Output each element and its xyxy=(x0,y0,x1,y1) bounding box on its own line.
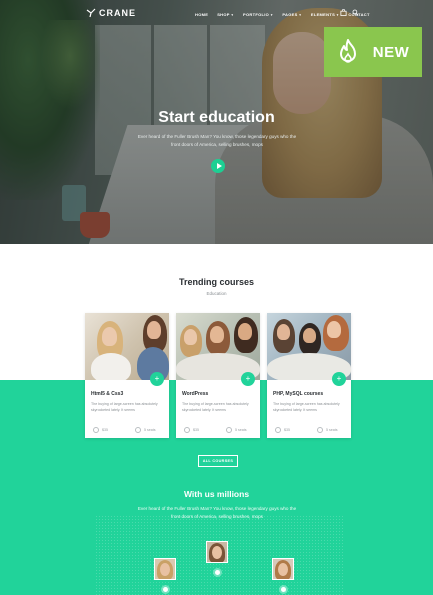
course-title[interactable]: PHP, MySQL courses xyxy=(273,391,323,397)
course-seats-value: 5 seats xyxy=(144,428,156,432)
course-image xyxy=(176,313,260,380)
flame-icon xyxy=(339,39,356,63)
chevron-down-icon: ▼ xyxy=(230,12,235,17)
course-price-value: $35 xyxy=(284,428,290,432)
avatar-face xyxy=(160,563,170,576)
play-icon xyxy=(216,163,222,169)
section-subtitle: Education xyxy=(206,291,227,296)
course-image-face xyxy=(277,324,290,340)
course-card[interactable]: + WordPress The buying of large-screen h… xyxy=(176,313,260,438)
avatar-face xyxy=(278,563,288,576)
course-price-value: $35 xyxy=(193,428,199,432)
play-button[interactable] xyxy=(211,159,225,173)
chevron-down-icon: ▼ xyxy=(336,12,340,17)
course-description: The buying of large-screen has absolutel… xyxy=(91,402,158,412)
plus-icon[interactable]: + xyxy=(332,372,346,386)
course-image xyxy=(267,313,351,380)
chevron-down-icon: ▼ xyxy=(298,12,302,17)
plus-icon[interactable]: + xyxy=(241,372,255,386)
student-avatar[interactable] xyxy=(206,541,228,563)
seats-icon xyxy=(135,427,141,433)
course-image-face xyxy=(184,329,197,345)
menu-item-portfolio[interactable]: PORTFOLIO ▼ xyxy=(243,12,273,17)
course-image-face xyxy=(147,321,161,339)
menu-item-label: HOME xyxy=(195,12,209,17)
new-badge-label: NEW xyxy=(372,43,410,61)
hero-title: Start education xyxy=(158,109,275,126)
student-avatar[interactable] xyxy=(272,558,294,580)
course-card[interactable]: + PHP, MySQL courses The buying of large… xyxy=(267,313,351,438)
course-card[interactable]: + Html5 & Css3 The buying of large-scree… xyxy=(85,313,169,438)
price-icon xyxy=(184,427,190,433)
price-icon xyxy=(275,427,281,433)
menu-item-elements[interactable]: ELEMENTS ▼ xyxy=(311,12,339,17)
logo-text: CRANE xyxy=(99,8,137,18)
all-courses-button[interactable]: ALL COURSES xyxy=(198,455,238,467)
new-badge: NEW xyxy=(324,27,422,77)
menu-item-pages[interactable]: PAGES ▼ xyxy=(282,12,302,17)
course-seats: 5 seats xyxy=(317,427,338,433)
course-seats: 5 seats xyxy=(226,427,247,433)
course-image-face xyxy=(102,327,117,346)
millions-title: With us millions xyxy=(183,489,250,499)
hero-text: Ever heard of the Fuller Brush Man? You … xyxy=(137,134,297,147)
course-title[interactable]: WordPress xyxy=(182,391,208,397)
menu-item-label: PORTFOLIO xyxy=(243,12,270,17)
course-image-face xyxy=(303,328,316,343)
chevron-down-icon: ▼ xyxy=(270,12,274,17)
map-marker xyxy=(281,587,286,592)
top-navigation: CRANE HOME SHOP ▼ PORTFOLIO ▼ PAGES ▼ ELEME… xyxy=(0,0,433,30)
course-seats: 5 seats xyxy=(135,427,156,433)
menu-item-shop[interactable]: SHOP ▼ xyxy=(217,12,234,17)
logo[interactable]: CRANE xyxy=(86,8,136,18)
course-description: The buying of large-screen has absolutel… xyxy=(182,402,249,412)
course-seats-value: 5 seats xyxy=(326,428,338,432)
map-marker xyxy=(163,587,168,592)
course-price-value: $35 xyxy=(102,428,108,432)
map-marker xyxy=(215,570,220,575)
millions-text: Ever heard of the Fuller Brush Man? You … xyxy=(137,506,297,519)
bag-icon[interactable] xyxy=(340,9,347,16)
course-price: $35 xyxy=(275,427,290,433)
student-avatar[interactable] xyxy=(154,558,176,580)
course-image-face xyxy=(238,323,252,340)
search-icon[interactable] xyxy=(352,9,359,16)
course-description: The buying of large-screen has absolutel… xyxy=(273,402,340,412)
course-price: $35 xyxy=(93,427,108,433)
course-image-face xyxy=(210,326,224,343)
section-title: Trending courses xyxy=(178,277,255,287)
avatar-face xyxy=(212,546,222,559)
menu-item-home[interactable]: HOME xyxy=(195,12,208,17)
plus-icon[interactable]: + xyxy=(150,372,164,386)
menu-item-label: PAGES xyxy=(282,12,298,17)
price-icon xyxy=(93,427,99,433)
seats-icon xyxy=(317,427,323,433)
seats-icon xyxy=(226,427,232,433)
menu-item-label: ELEMENTS xyxy=(310,12,336,17)
course-seats-value: 5 seats xyxy=(235,428,247,432)
crane-logo-icon xyxy=(86,8,96,18)
course-image-face xyxy=(327,321,341,338)
course-image-shirt xyxy=(91,353,131,380)
course-title[interactable]: Html5 & Css3 xyxy=(91,391,123,397)
course-image xyxy=(85,313,169,380)
course-price: $35 xyxy=(184,427,199,433)
menu-item-label: SHOP xyxy=(217,12,230,17)
nav-icons xyxy=(340,9,359,16)
